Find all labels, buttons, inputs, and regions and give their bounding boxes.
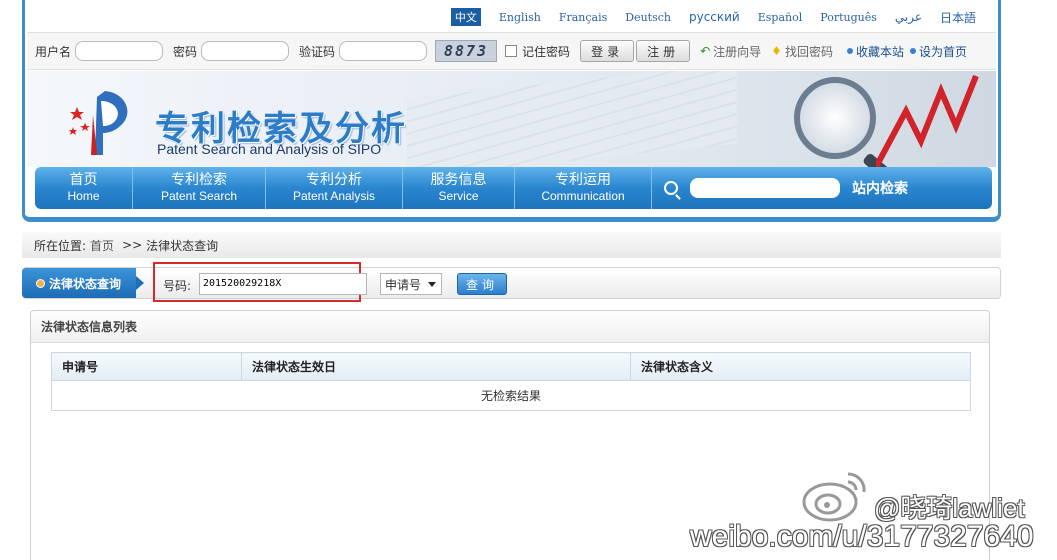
lang-german[interactable]: Deutsch <box>625 11 671 24</box>
set-homepage-link[interactable]: 设为首页 <box>909 43 967 60</box>
captcha-image[interactable]: 8873 <box>435 40 498 62</box>
language-bar: 中文 English Français Deutsch русский Espa… <box>450 8 976 26</box>
number-type-select[interactable]: 申请号 <box>380 273 442 295</box>
register-guide-link[interactable]: ↶ 注册向导 <box>700 43 761 60</box>
magnifier-graphic <box>794 77 876 159</box>
register-guide-label: 注册向导 <box>713 44 762 59</box>
red-trend-graphic <box>876 74 979 167</box>
banner: 专利检索及分析 Patent Search and Analysis of SI… <box>27 71 996 167</box>
login-button[interactable]: 登录 <box>580 40 635 62</box>
lang-english[interactable]: English <box>499 11 541 24</box>
remember-checkbox[interactable] <box>505 45 518 57</box>
remember-label: 记住密码 <box>522 44 571 59</box>
bookmark-site-link[interactable]: 收藏本站 <box>846 43 904 60</box>
results-table: 申请号 法律状态生效日 法律状态含义 无检索结果 <box>51 352 971 411</box>
lightbulb-icon: ♦ <box>771 44 782 58</box>
search-icon <box>664 181 678 195</box>
query-tab-label: 法律状态查询 <box>49 276 122 291</box>
captcha-label: 验证码 <box>299 44 336 59</box>
captcha-input[interactable] <box>339 41 428 61</box>
nav-patent-analysis[interactable]: 专利分析 Patent Analysis <box>266 167 403 209</box>
nav-patent-search[interactable]: 专利检索 Patent Search <box>133 167 266 209</box>
nav-communication[interactable]: 专利运用 Communication <box>515 167 652 209</box>
watermark-url: weibo.com/u/3177327640 <box>690 520 1034 553</box>
number-input[interactable]: 201520029218X <box>199 273 367 295</box>
site-header: 中文 English Français Deutsch русский Espa… <box>22 0 1001 222</box>
results-panel-title: 法律状态信息列表 <box>31 311 989 343</box>
lang-russian[interactable]: русский <box>689 10 740 24</box>
main-nav: 首页 Home 专利检索 Patent Search 专利分析 Patent A… <box>35 167 992 209</box>
lang-portuguese[interactable]: Português <box>820 11 877 24</box>
number-label: 号码: <box>163 279 192 293</box>
username-input[interactable] <box>75 41 164 61</box>
register-button[interactable]: 注册 <box>636 40 691 62</box>
site-search-input[interactable] <box>690 178 840 198</box>
breadcrumb-separator: >> <box>122 238 143 252</box>
banner-background <box>407 71 737 167</box>
recover-password-link[interactable]: ♦ 找回密码 <box>771 43 833 60</box>
table-header-row: 申请号 法律状态生效日 法律状态含义 <box>51 352 971 381</box>
lang-japanese[interactable]: 日本語 <box>940 9 976 26</box>
password-label: 密码 <box>173 44 198 59</box>
column-header-status-meaning: 法律状态含义 <box>630 352 971 381</box>
login-bar: 用户名 密码 验证码 8873 记住密码 登录 注册 ↶ 注册向导 ♦ 找回密码… <box>27 32 996 70</box>
site-search-button[interactable]: 站内检索 <box>852 178 908 198</box>
lang-arabic[interactable]: عربي <box>895 10 922 24</box>
lang-spanish[interactable]: Español <box>758 11 803 24</box>
nav-service[interactable]: 服务信息 Service <box>403 167 515 209</box>
query-bar: 法律状态查询 号码: 201520029218X 申请号 查询 <box>22 262 1001 302</box>
table-row: 无检索结果 <box>51 380 971 411</box>
breadcrumb-prefix: 所在位置: <box>34 238 87 253</box>
bullet-icon <box>36 278 45 288</box>
column-header-application-number: 申请号 <box>51 352 242 381</box>
lang-french[interactable]: Français <box>559 11 607 24</box>
set-homepage-label: 设为首页 <box>918 44 967 59</box>
username-label: 用户名 <box>35 44 72 59</box>
empty-results-text: 无检索结果 <box>51 380 971 411</box>
weibo-logo-icon <box>802 472 866 522</box>
guide-icon: ↶ <box>700 44 711 58</box>
sipo-logo-icon <box>69 91 128 155</box>
chevron-down-icon <box>428 282 436 287</box>
password-input[interactable] <box>201 41 290 61</box>
breadcrumb-current: 法律状态查询 <box>146 238 219 253</box>
bookmark-site-label: 收藏本站 <box>855 44 904 59</box>
query-button[interactable]: 查询 <box>457 273 507 295</box>
recover-password-label: 找回密码 <box>784 44 833 59</box>
number-type-selected: 申请号 <box>385 277 422 292</box>
bullet-icon <box>846 48 853 54</box>
breadcrumb-home-link[interactable]: 首页 <box>90 237 114 254</box>
bullet-icon <box>909 48 916 54</box>
banner-title-en: Patent Search and Analysis of SIPO <box>157 141 382 157</box>
query-tab[interactable]: 法律状态查询 <box>22 268 144 298</box>
column-header-effective-date: 法律状态生效日 <box>241 352 631 381</box>
lang-chinese[interactable]: 中文 <box>450 8 481 26</box>
breadcrumb: 所在位置: 首页 >> 法律状态查询 <box>22 232 1001 258</box>
nav-home[interactable]: 首页 Home <box>35 167 133 209</box>
